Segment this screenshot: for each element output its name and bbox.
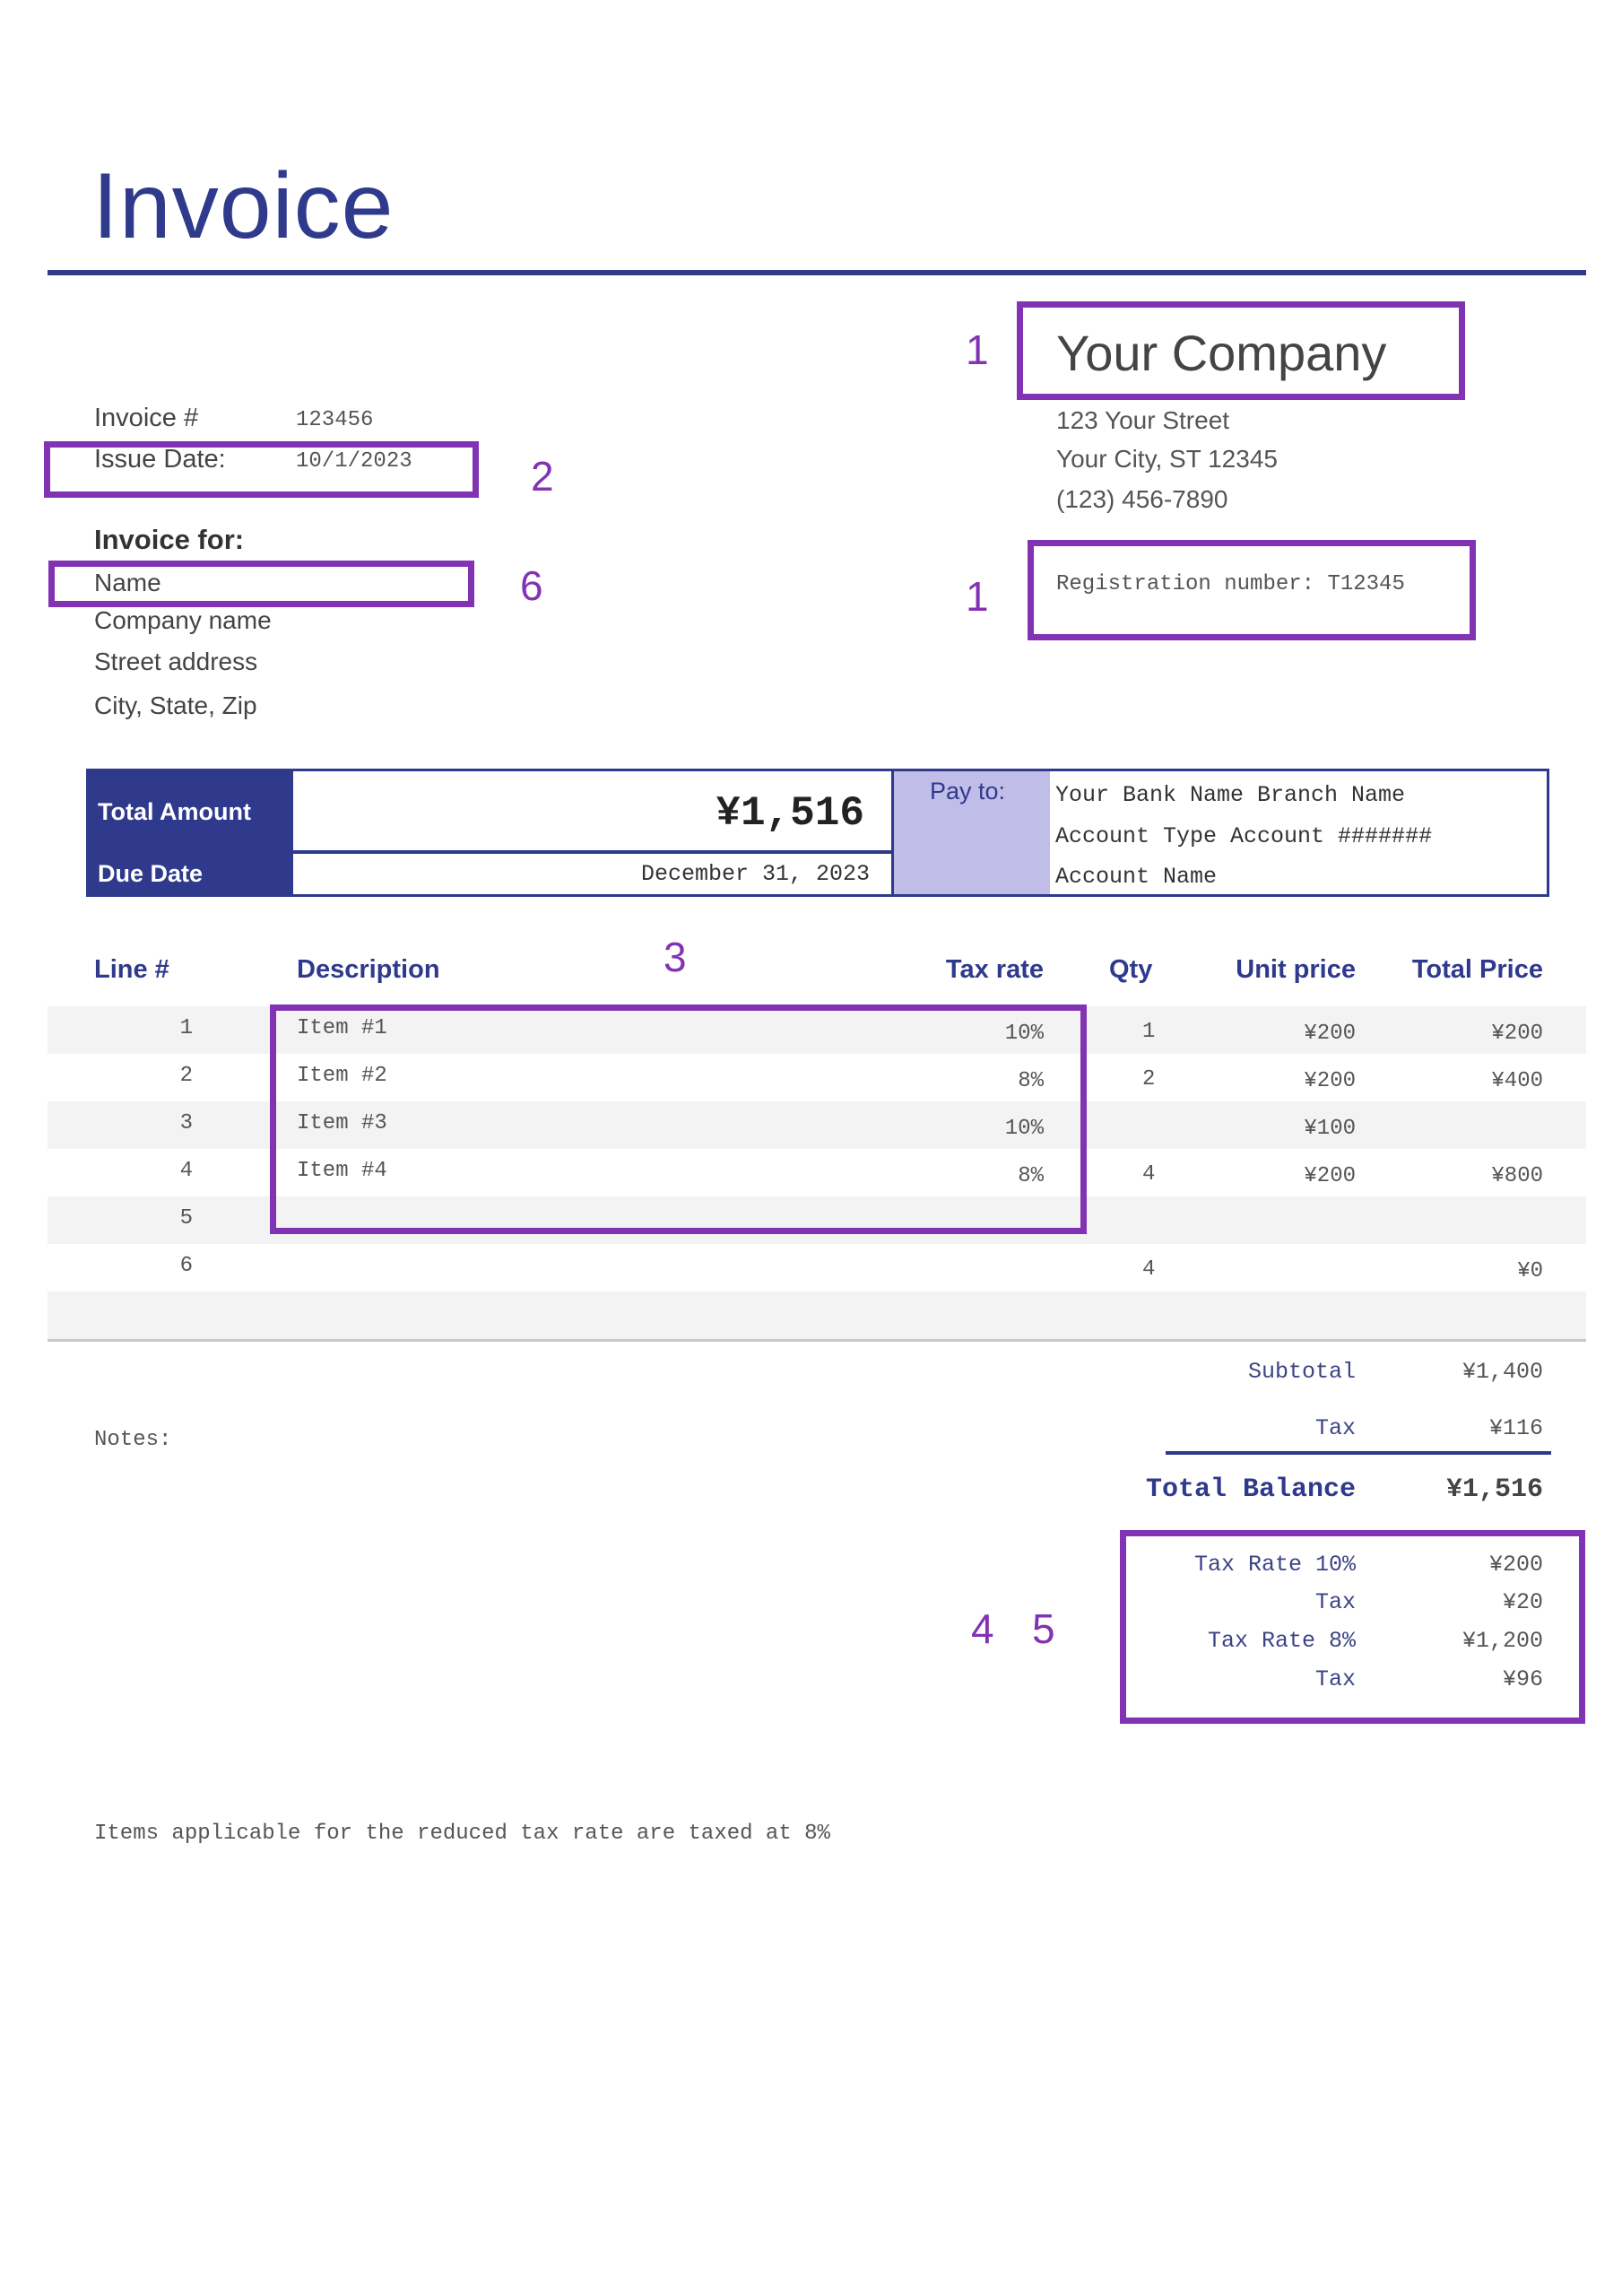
annotation-box-tax-breakdown: [1120, 1530, 1585, 1724]
invoice-for-heading: Invoice for:: [94, 524, 245, 555]
annotation-number-4: 4: [971, 1605, 994, 1652]
total-balance-value: ¥1,516: [1445, 1474, 1543, 1505]
cell-qty: 2: [1142, 1067, 1156, 1091]
table-row: [48, 1244, 1586, 1292]
header-total-price: Total Price: [1411, 955, 1543, 984]
due-date-cell: December 31, 2023: [293, 854, 894, 894]
bank-account-name: Account Name: [1055, 864, 1218, 890]
annotation-box-registration: [1028, 540, 1476, 640]
cell-total-price: ¥800: [1491, 1164, 1543, 1188]
cell-line-number: 3: [179, 1111, 193, 1135]
annotation-number-client-name: 6: [520, 562, 543, 609]
annotation-box-company-name: [1017, 301, 1465, 400]
header-unit-price: Unit price: [1236, 955, 1356, 984]
header-line-number: Line #: [94, 955, 169, 984]
cell-line-number: 6: [179, 1254, 193, 1278]
annotation-number-line-items: 3: [664, 934, 687, 980]
table-bottom-rule: [48, 1339, 1586, 1342]
cell-line-number: 2: [179, 1064, 193, 1088]
cell-qty: 1: [1142, 1020, 1156, 1044]
pay-to-label: Pay to:: [930, 778, 1006, 804]
bank-details: Your Bank Name Branch Name Account Type …: [1050, 771, 1547, 894]
invoice-number-value: 123456: [296, 408, 374, 432]
cell-total-price: ¥400: [1491, 1069, 1543, 1093]
header-qty: Qty: [1109, 955, 1153, 984]
tax-value: ¥116: [1488, 1415, 1543, 1441]
table-row: [48, 1292, 1586, 1339]
total-amount-cell: ¥1,516: [293, 771, 894, 854]
annotation-box-issue-date: [44, 441, 479, 498]
client-city-state-zip: City, State, Zip: [94, 691, 257, 719]
cell-total-price: ¥0: [1517, 1259, 1543, 1283]
tax-label: Tax: [1314, 1415, 1356, 1441]
total-amount-value: ¥1,516: [716, 790, 864, 837]
cell-qty: 4: [1142, 1257, 1156, 1282]
header-description: Description: [297, 955, 440, 984]
due-date-label: Due Date: [98, 860, 204, 887]
invoice-title: Invoice: [92, 154, 395, 258]
totals-divider: [1166, 1451, 1551, 1455]
total-amount-label: Total Amount: [98, 798, 251, 825]
cell-line-number: 4: [179, 1159, 193, 1183]
company-phone: (123) 456-7890: [1056, 485, 1228, 513]
client-company: Company name: [94, 606, 272, 634]
reduced-tax-note: Items applicable for the reduced tax rat…: [94, 1822, 830, 1846]
annotation-box-client-name: [48, 561, 474, 607]
client-street: Street address: [94, 648, 258, 675]
pay-to-cell: Pay to:: [894, 771, 1050, 894]
annotation-box-line-items: [270, 1004, 1087, 1234]
header-tax-rate: Tax rate: [945, 955, 1044, 984]
summary-label-column: Total Amount Due Date: [89, 771, 293, 894]
cell-qty: 4: [1142, 1162, 1156, 1187]
bank-name: Your Bank Name Branch Name: [1055, 782, 1406, 808]
due-date-value: December 31, 2023: [640, 861, 870, 887]
total-balance-label: Total Balance: [1145, 1474, 1356, 1505]
company-city: Your City, ST 12345: [1056, 445, 1278, 473]
payment-summary: Total Amount Due Date ¥1,516 December 31…: [86, 769, 1549, 897]
company-street: 123 Your Street: [1056, 406, 1230, 434]
notes-label: Notes:: [94, 1428, 172, 1452]
annotation-number-issue-date: 2: [531, 453, 554, 500]
cell-unit-price: ¥100: [1304, 1117, 1356, 1141]
cell-unit-price: ¥200: [1304, 1069, 1356, 1093]
cell-line-number: 5: [179, 1206, 193, 1231]
annotation-number-5: 5: [1032, 1605, 1055, 1652]
cell-unit-price: ¥200: [1304, 1022, 1356, 1046]
annotation-number-registration: 1: [966, 573, 989, 620]
cell-unit-price: ¥200: [1304, 1164, 1356, 1188]
cell-total-price: ¥200: [1491, 1022, 1543, 1046]
subtotal-label: Subtotal: [1247, 1359, 1356, 1385]
invoice-number-label: Invoice #: [94, 404, 199, 432]
title-divider: [48, 270, 1586, 275]
cell-line-number: 1: [179, 1016, 193, 1040]
annotation-number-company: 1: [966, 326, 989, 373]
bank-account: Account Type Account #######: [1055, 823, 1433, 849]
subtotal-value: ¥1,400: [1462, 1359, 1543, 1385]
